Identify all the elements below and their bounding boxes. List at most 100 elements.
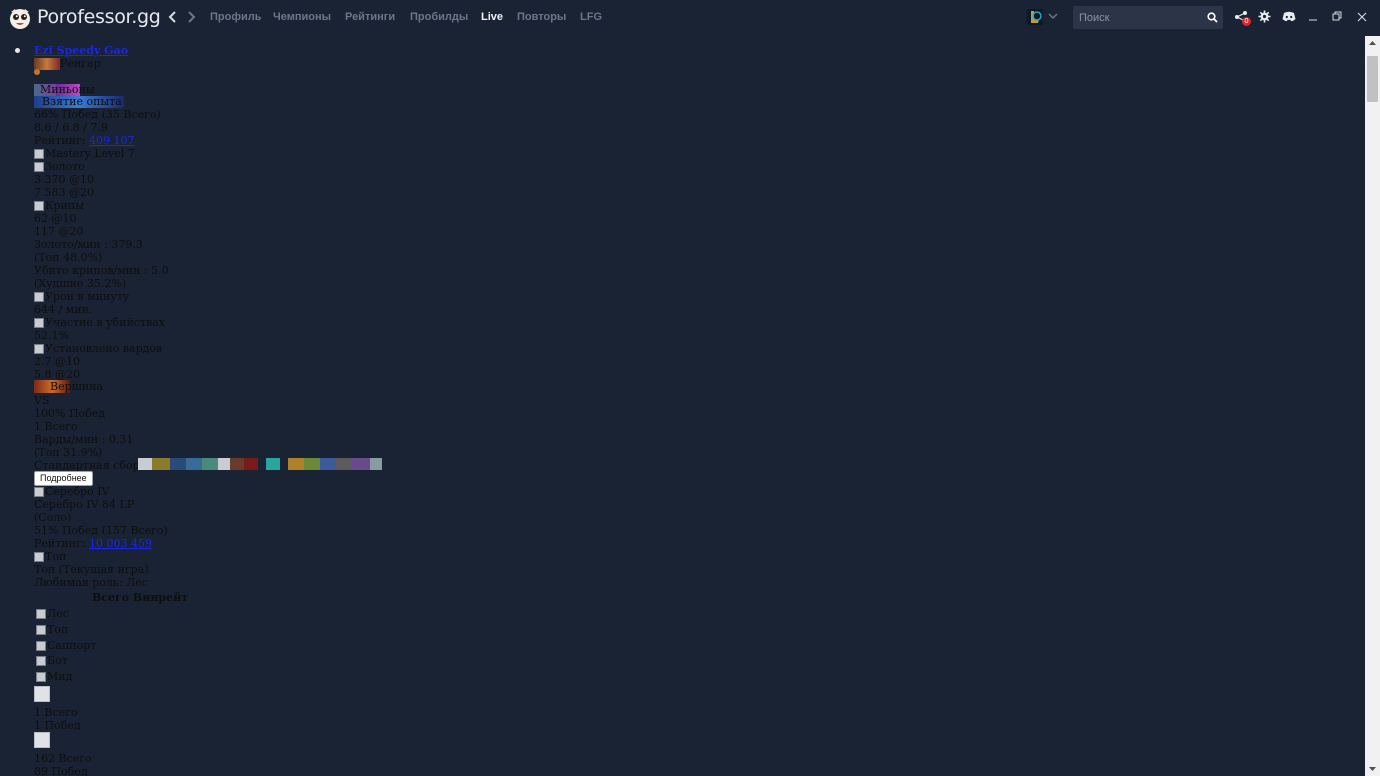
role-row-top: Топ (36, 623, 68, 636)
rank-queue: (Соло) (34, 511, 72, 524)
role-row-jungle: Лес (36, 607, 69, 620)
vs-label: VS (34, 394, 50, 407)
damage-image: Урон в минуту (34, 290, 129, 303)
cs-at-10: 62 @10 (34, 212, 77, 225)
champion-games-total: 162 Всего (34, 752, 92, 765)
item-icon (280, 458, 288, 470)
rating-link[interactable]: 409 107 (89, 134, 135, 147)
item-icon (152, 458, 170, 470)
mastery-image: Mastery Level 7 (34, 147, 135, 160)
nav-link-live[interactable]: Live (481, 11, 503, 23)
kill-participation: 52.1% (34, 329, 69, 342)
vs-total: 1 Всего (34, 420, 78, 433)
rank-winrate: 51% Побед (157 Всего) (34, 524, 168, 537)
cs-image: Крипы (34, 199, 84, 212)
gear-icon[interactable] (1258, 10, 1271, 23)
league-client-icon[interactable] (1026, 8, 1044, 26)
role-row-bot: Бот (36, 654, 68, 667)
chevron-right-icon[interactable] (185, 9, 197, 25)
champion-kda: 8.6 / 6.8 / 7.9 (34, 121, 108, 134)
champion-level-dot (34, 69, 40, 75)
minimize-icon[interactable] (1308, 12, 1318, 22)
item-icon (170, 458, 186, 470)
item-icon (266, 458, 280, 470)
role-table-header: Всего Винрейт (92, 591, 189, 604)
item-icon (288, 458, 304, 470)
gold-per-min-rank: (Топ 48.0%) (34, 251, 103, 264)
champion-image: Ренгар (34, 57, 101, 70)
item-icon (186, 458, 202, 470)
item-icon (244, 458, 258, 470)
scroll-up-arrow-icon[interactable] (1365, 36, 1380, 50)
item-icon (258, 458, 266, 470)
nav-link-probuilds[interactable]: Пробилды (410, 11, 468, 23)
cs-at-20: 117 @20 (34, 225, 84, 238)
search-input[interactable] (1073, 6, 1198, 29)
runes-image: Взятие опыта (34, 95, 124, 108)
champion-thumbnail (34, 686, 50, 702)
item-icon (138, 458, 152, 470)
item-icon (230, 458, 244, 470)
restore-icon[interactable] (1332, 11, 1342, 21)
item-icon (352, 458, 370, 470)
chevron-left-icon[interactable] (167, 9, 179, 25)
app-title: Porofessor.gg (37, 6, 161, 28)
nav-link-champions[interactable]: Чемпионы (273, 11, 331, 23)
lane-image: Топ (34, 550, 66, 563)
lane-current: Топ (Текущая игра) (34, 563, 149, 576)
gold-at-10: 3 370 @10 (34, 173, 94, 186)
item-icon (304, 458, 320, 470)
more-details-button[interactable]: Подробнее (34, 471, 93, 486)
item-icon (218, 458, 230, 470)
wards-per-min: Варды/мин : 0.31 (34, 433, 134, 446)
wards-image: Установлено вардов (34, 342, 162, 355)
search-icon[interactable] (1207, 12, 1218, 23)
champion-rating: Рейтинг: 409 107 (34, 134, 135, 147)
rank-text: Серебро IV 84 LP (34, 498, 135, 511)
item-icon (336, 458, 352, 470)
rank-rating-link[interactable]: 10 003 459 (89, 537, 152, 550)
rank-rating: Рейтинг: 10 003 459 (34, 537, 152, 550)
wards-per-min-rank: (Топ 31.9%) (34, 446, 103, 459)
champion-thumbnail (34, 732, 50, 748)
build-items (138, 458, 382, 471)
gold-at-20: 7 583 @20 (34, 186, 94, 199)
damage-per-min: 644 / мин. (34, 303, 93, 316)
discord-icon[interactable] (1282, 11, 1296, 22)
share-badge: 0 (1242, 17, 1251, 26)
gold-image: Золото (34, 160, 85, 173)
wards-at-10: 2.7 @10 (34, 355, 80, 368)
poro-logo-icon[interactable] (8, 6, 32, 30)
champion-games-total: 1 Всего (34, 706, 78, 719)
vs-champion-image: Вершина (34, 380, 103, 393)
scroll-down-arrow-icon[interactable] (1365, 762, 1380, 776)
chevron-down-icon[interactable] (1048, 12, 1058, 20)
item-icon (320, 458, 336, 470)
kill-participation-image: Участие в убийствах (34, 316, 165, 329)
item-icon (370, 458, 382, 470)
champion-games-wins: 1 Побед (34, 719, 81, 732)
nav-link-profile[interactable]: Профиль (210, 11, 261, 23)
search-box[interactable] (1073, 6, 1223, 29)
scrollbar[interactable] (1365, 36, 1380, 776)
item-icon (202, 458, 218, 470)
champion-games-wins: 89 Побед (34, 765, 88, 776)
cs-per-min: Убито крипов/мин : 5.0 (34, 264, 169, 277)
rank-emblem-image: Серебро IV (34, 485, 110, 498)
live-game-content: Ezi Speedy Gao Ренгар Миньоны Взятие опы… (0, 36, 1365, 776)
list-bullet (15, 48, 20, 53)
vs-winrate: 100% Побед (34, 407, 106, 420)
nav-link-rankings[interactable]: Рейтинги (345, 11, 395, 23)
cs-per-min-rank: (Худшие 35.2%) (34, 277, 127, 290)
favorite-role: Любимая роль: Лес (34, 576, 148, 589)
title-bar: Porofessor.gg Профиль Чемпионы Рейтинги … (0, 0, 1380, 36)
nav-link-replays[interactable]: Повторы (517, 11, 566, 23)
role-row-support: Саппорт (36, 639, 96, 652)
scrollbar-thumb[interactable] (1367, 56, 1378, 102)
role-row-mid: Мид (36, 670, 72, 683)
gold-per-min: Золото/мин : 379.3 (34, 238, 143, 251)
nav-link-lfg[interactable]: LFG (580, 11, 602, 23)
close-icon[interactable] (1357, 12, 1367, 22)
player-name-link[interactable]: Ezi Speedy Gao (34, 44, 128, 57)
champion-winrate: 66% Побед (35 Всего) (34, 108, 161, 121)
